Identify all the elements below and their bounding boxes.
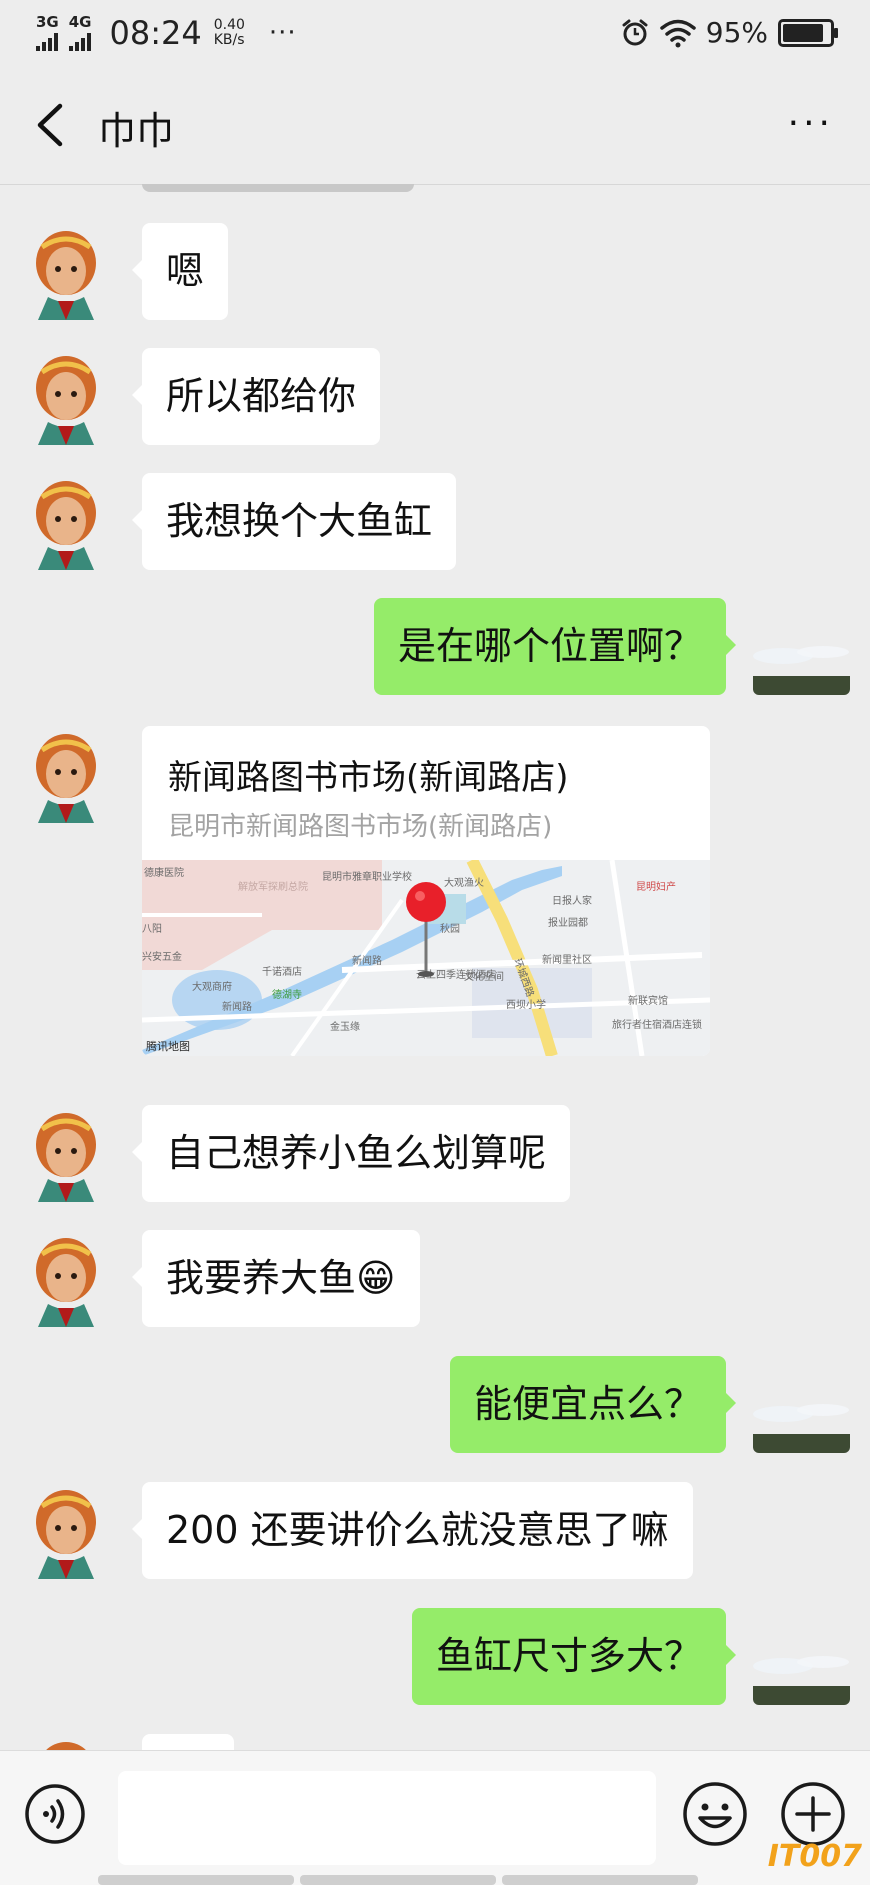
my-avatar[interactable] <box>753 598 850 695</box>
outgoing-message[interactable]: 鱼缸尺寸多大？ <box>411 1608 737 1705</box>
signal-4g-icon: 4G <box>68 13 92 51</box>
outgoing-message[interactable]: 能便宜点么？ <box>449 1356 737 1453</box>
battery-percentage: 95% <box>705 16 768 49</box>
contact-avatar[interactable] <box>18 223 115 320</box>
map-label: 八阳 <box>142 923 162 935</box>
map-label: 德康医院 <box>144 866 184 879</box>
incoming-message[interactable]: 嗯 <box>131 223 229 320</box>
map-label: 解放军探刷总院 <box>238 880 308 893</box>
my-avatar[interactable] <box>753 1356 850 1453</box>
location-name: 新闻路图书市场(新闻路店) <box>168 758 569 798</box>
map-label: 旅行者住宿酒店连锁 <box>612 1018 702 1031</box>
map-label: 文化空间 <box>464 970 504 983</box>
incoming-message[interactable]: 所以都给你 <box>131 348 381 445</box>
incoming-message[interactable]: 我要养大鱼😁 <box>132 1230 420 1327</box>
network-speed-unit: KB/s <box>213 32 245 48</box>
chat-title: 巾巾 <box>98 109 175 153</box>
composer-bar: IT007 <box>0 1750 870 1885</box>
alarm-icon <box>622 19 648 45</box>
contact-avatar[interactable] <box>18 726 115 823</box>
contact-avatar[interactable] <box>18 1105 115 1202</box>
network-speed: 0.40 KB/s <box>214 18 245 48</box>
contact-avatar[interactable] <box>18 1734 115 1750</box>
map-label: 千诺酒店 <box>262 965 302 978</box>
location-message-card[interactable]: 新闻路图书市场(新闻路店) 昆明市新闻路图书市场(新闻路店) 德康医院 昆明市雅… <box>142 726 710 1056</box>
incoming-message[interactable]: 我想换个大鱼缸 <box>131 473 457 570</box>
map-label: 新联宾馆 <box>628 994 668 1007</box>
my-avatar[interactable] <box>753 1608 850 1705</box>
back-arrow-icon[interactable] <box>30 100 74 150</box>
network-type-label: 3G <box>36 13 59 31</box>
contact-avatar[interactable] <box>18 1482 115 1579</box>
wifi-icon <box>660 19 696 47</box>
map-label: 新闻路 <box>222 1000 252 1013</box>
map-label: 德湖寺 <box>272 988 302 1001</box>
map-label: 新闻路 <box>352 954 382 967</box>
incoming-message-partial[interactable] <box>142 1734 234 1750</box>
network-speed-value: 0.40 <box>213 17 245 33</box>
outgoing-message[interactable]: 是在哪个位置啊？ <box>373 598 737 695</box>
chat-header: 巾巾 ··· <box>0 66 870 185</box>
contact-avatar[interactable] <box>18 1230 115 1327</box>
incoming-message[interactable]: 200 还要讲价么就没意思了嘛 <box>132 1482 693 1579</box>
voice-input-icon[interactable] <box>24 1783 86 1845</box>
map-label: 大观商府 <box>192 980 232 993</box>
map-label: 秋园 <box>440 922 460 935</box>
map-pin-icon <box>406 882 446 922</box>
battery-icon <box>778 18 838 47</box>
map-label: 报业园都 <box>548 916 588 929</box>
incoming-message[interactable]: 自己想养小鱼么划算呢 <box>131 1105 571 1202</box>
previous-message-fragment <box>142 184 414 192</box>
map-label: 昆明市雅章职业学校 <box>322 870 412 883</box>
signal-3g-icon: 3G <box>36 15 59 51</box>
watermark-logo: IT007 <box>767 1839 862 1874</box>
location-address: 昆明市新闻路图书市场(新闻路店) <box>168 812 553 842</box>
map-label: 新闻里社区 <box>542 953 592 966</box>
clock: 08:24 <box>109 14 202 52</box>
emoji-icon[interactable] <box>682 1781 748 1847</box>
contact-avatar[interactable] <box>18 473 115 570</box>
location-map[interactable]: 德康医院 昆明市雅章职业学校 解放军探刷总院 大观渔火 秋园 日报人家 昆明妇产… <box>142 860 710 1056</box>
map-label: 金玉缘 <box>330 1020 360 1033</box>
status-bar: 3G 4G 08:24 0.40 KB/s ··· 95% <box>0 0 870 66</box>
more-options-icon[interactable]: ··· <box>788 106 834 142</box>
message-list[interactable]: 嗯 所以都给你 我想换个大鱼缸 是在哪个位置啊？ 新闻路图书市场(新闻路店) 昆… <box>0 184 870 1750</box>
message-input[interactable] <box>118 1771 656 1865</box>
map-label: 西坝小学 <box>506 998 546 1011</box>
contact-avatar[interactable] <box>18 348 115 445</box>
network-type-label: 4G <box>68 13 92 31</box>
map-label: 兴安五金 <box>142 950 182 963</box>
map-label: 昆明妇产 <box>636 880 676 893</box>
map-label: 日报人家 <box>552 894 592 907</box>
map-label: 大观渔火 <box>444 876 484 889</box>
more-notifications-icon: ··· <box>268 18 297 48</box>
map-provider-logo: 腾讯地图 <box>146 1039 190 1053</box>
plus-icon[interactable] <box>780 1781 846 1847</box>
